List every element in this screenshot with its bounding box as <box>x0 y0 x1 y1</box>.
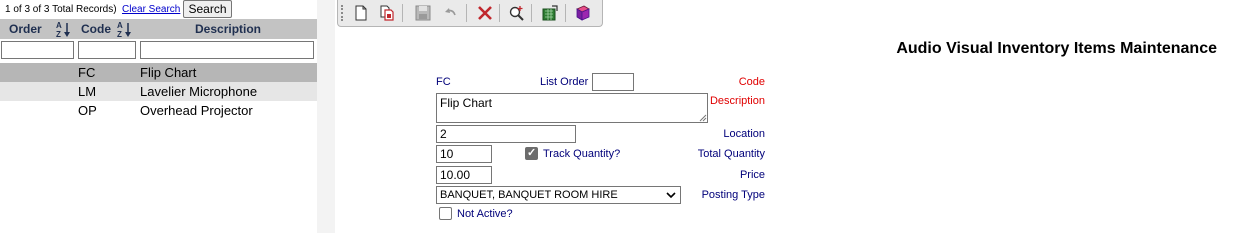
description-textarea[interactable]: Flip Chart <box>436 93 708 123</box>
filter-code-input[interactable] <box>78 41 136 59</box>
track-quantity-label: Track Quantity? <box>543 148 621 160</box>
copy-record-icon[interactable] <box>378 4 396 22</box>
list-order-input[interactable] <box>592 73 634 91</box>
not-active-label: Not Active? <box>457 208 513 220</box>
save-icon[interactable] <box>414 4 432 22</box>
column-header-code[interactable]: Code <box>81 22 111 36</box>
price-label: Price <box>739 169 765 181</box>
not-active-checkbox[interactable] <box>439 207 452 220</box>
svg-text:A: A <box>56 21 62 30</box>
row-description: Overhead Projector <box>140 103 253 118</box>
svg-text:Z: Z <box>117 30 122 38</box>
list-order-label: List Order <box>540 76 589 88</box>
search-panel: 1 of 3 of 3 Total Records) Clear Search … <box>0 0 317 233</box>
toolbar-separator <box>565 4 566 22</box>
column-header-order[interactable]: Order <box>9 22 42 36</box>
maintenance-form-panel: Audio Visual Inventory Items Maintenance… <box>335 0 1242 233</box>
table-row[interactable]: LM Lavelier Microphone <box>0 82 317 101</box>
row-code: OP <box>78 103 97 118</box>
toolbar-grip[interactable] <box>341 5 345 21</box>
search-button[interactable]: Search <box>183 0 232 18</box>
undo-icon[interactable] <box>442 4 460 22</box>
row-description: Lavelier Microphone <box>140 84 258 99</box>
description-label: Description <box>709 95 765 107</box>
location-input[interactable] <box>436 125 576 143</box>
record-count: 1 of 3 of 3 Total Records) <box>5 4 117 15</box>
results-header: Order A Z Code A Z Description <box>0 19 317 39</box>
help-book-icon[interactable] <box>574 4 592 22</box>
code-value: FC <box>436 76 451 88</box>
track-quantity-checkbox[interactable] <box>525 146 538 160</box>
column-header-description[interactable]: Description <box>195 22 261 36</box>
new-record-icon[interactable] <box>352 4 370 22</box>
table-row[interactable]: FC Flip Chart <box>0 63 317 82</box>
total-quantity-input[interactable] <box>436 145 492 163</box>
price-input[interactable] <box>436 166 492 184</box>
resize-grip-icon[interactable] <box>699 114 707 122</box>
posting-type-value: BANQUET, BANQUET ROOM HIRE <box>440 189 618 201</box>
toolbar-separator <box>466 4 467 22</box>
toolbar-separator <box>499 4 500 22</box>
filter-order-input[interactable] <box>1 41 74 59</box>
toolbar <box>337 0 603 27</box>
panel-divider[interactable] <box>317 0 335 233</box>
svg-text:Z: Z <box>56 30 61 38</box>
delete-icon[interactable] <box>476 4 494 22</box>
sort-az-icon[interactable]: A Z <box>56 21 72 39</box>
row-code: LM <box>78 84 97 99</box>
page-title: Audio Visual Inventory Items Maintenance <box>896 40 1217 57</box>
search-topbar: 1 of 3 of 3 Total Records) Clear Search … <box>0 0 317 19</box>
find-icon[interactable] <box>508 4 526 22</box>
clear-search-link[interactable]: Clear Search <box>122 4 180 15</box>
filter-description-input[interactable] <box>140 41 314 59</box>
toolbar-separator <box>531 4 532 22</box>
chevron-down-icon <box>666 192 676 199</box>
row-code: FC <box>78 65 96 80</box>
svg-text:A: A <box>117 21 123 30</box>
location-label: Location <box>723 128 765 140</box>
code-label: Code <box>738 76 765 88</box>
export-icon[interactable] <box>541 4 559 22</box>
table-row[interactable]: OP Overhead Projector <box>0 101 317 120</box>
total-quantity-label: Total Quantity <box>697 148 765 160</box>
posting-type-label: Posting Type <box>701 189 765 201</box>
toolbar-separator <box>402 4 403 22</box>
sort-az-icon[interactable]: A Z <box>117 21 133 39</box>
posting-type-select[interactable]: BANQUET, BANQUET ROOM HIRE <box>436 186 681 204</box>
row-description: Flip Chart <box>140 65 197 80</box>
